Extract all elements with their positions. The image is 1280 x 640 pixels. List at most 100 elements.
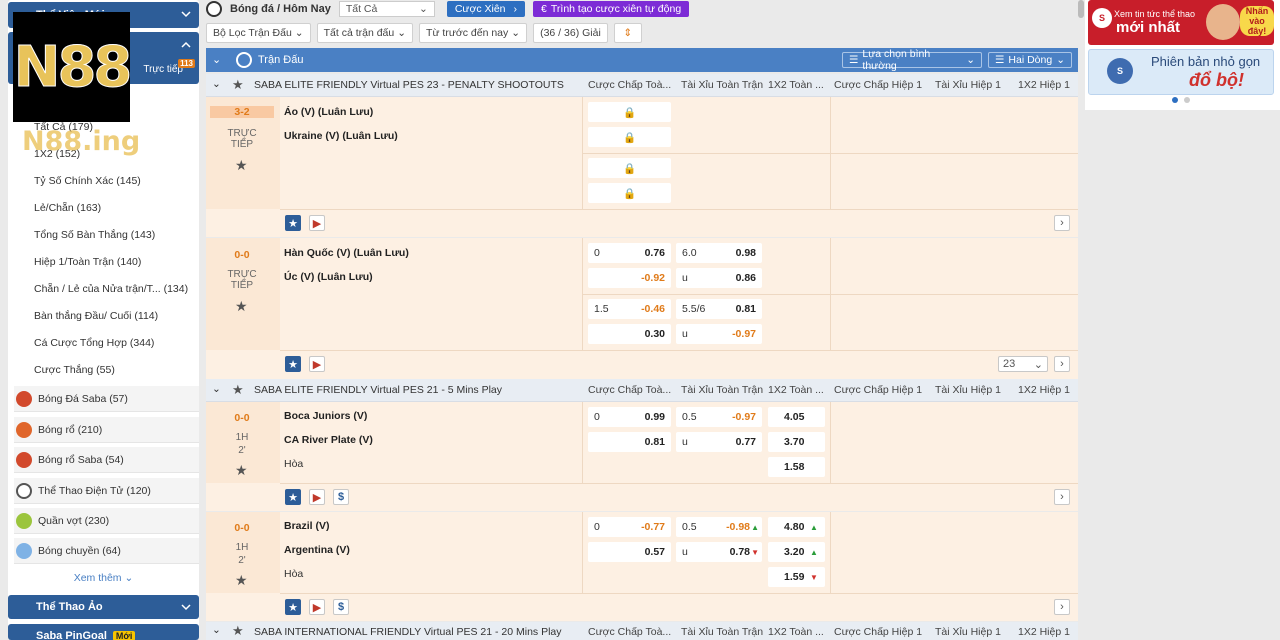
1x2-odds-cell[interactable]: 1.59 ▼ [768, 567, 825, 587]
odds-up-icon: ▲ [751, 522, 759, 532]
col-handicap-h1: Cược Chấp Hiệp 1 [834, 79, 923, 91]
handicap-odds-cell[interactable]: 0 0.76 [588, 243, 671, 263]
sidebar-sport-saba-football[interactable]: Bóng Đá Saba (57) [14, 386, 199, 412]
handicap-odds-cell[interactable]: 0.57 [588, 542, 671, 562]
cash-out-icon[interactable]: $ [333, 489, 349, 505]
star-icon[interactable]: ★ [235, 298, 248, 315]
chevron-down-icon[interactable]: ⌄ [212, 78, 221, 90]
star-icon[interactable]: ★ [232, 382, 244, 398]
star-icon[interactable]: ★ [235, 157, 248, 174]
category-select[interactable]: Tất Cả ⌄ [338, 1, 435, 17]
star-icon[interactable]: ★ [232, 623, 244, 639]
more-markets-select[interactable]: 23 ⌄ [998, 356, 1048, 372]
over-under-odds-cell[interactable]: u 0.78 ▼ [676, 542, 762, 562]
banner-text: Xem tin tức thể thao [1114, 9, 1196, 19]
league-count[interactable]: (36 / 36) Giải [533, 23, 608, 43]
sidebar-item-half-odd-even[interactable]: Chẵn / Lẻ của Nửa trận/T... (134) [34, 283, 188, 295]
over-under-odds-cell[interactable]: u 0.77 [676, 432, 762, 452]
lines-select[interactable]: ☰ Hai Dòng ⌄ [988, 52, 1072, 68]
star-icon[interactable]: ★ [235, 462, 248, 479]
1x2-odds-cell[interactable]: 3.70 [768, 432, 825, 452]
sidebar-item-outright[interactable]: Cược Thắng (55) [34, 364, 115, 376]
over-under-odds-cell[interactable]: 0.5 -0.98 ▲ [676, 517, 762, 537]
carousel-dot-active[interactable] [1172, 97, 1178, 103]
see-more-link[interactable]: Xem thêm ⌄ [8, 572, 199, 584]
league-row[interactable]: ⌄ ★ SABA ELITE FRIENDLY Virtual PES 23 -… [206, 74, 1078, 97]
handicap-odds-cell[interactable]: 0 -0.77 [588, 517, 671, 537]
1x2-odds-cell[interactable]: 3.20 ▲ [768, 542, 825, 562]
odds-type-select[interactable]: ☰ Lựa chọn bình thường ⌄ [842, 48, 982, 72]
play-video-icon[interactable]: ▶ [309, 356, 325, 372]
sidebar-sport-esports[interactable]: Thể Thao Điện Tử (120) [14, 478, 199, 504]
1x2-odds-cell[interactable]: 4.05 [768, 407, 825, 427]
handicap-odds: 0.30 [644, 328, 665, 340]
over-under-odds-cell[interactable]: u -0.97 [676, 324, 762, 344]
sidebar-item-first-last-goal[interactable]: Bàn thắng Đầu/ Cuối (114) [34, 310, 158, 322]
sidebar-item-ht-ft[interactable]: Hiệp 1/Toàn Trận (140) [34, 256, 141, 268]
handicap-odds-cell[interactable]: -0.92 [588, 268, 671, 288]
parlay-label: Cược Xiên [454, 3, 506, 15]
1x2-odds-cell[interactable]: 4.80 ▲ [768, 517, 825, 537]
scrollbar-thumb[interactable] [1078, 0, 1084, 18]
chevron-right-icon[interactable]: › [1054, 215, 1070, 231]
football-icon [206, 1, 222, 17]
favorite-star-icon[interactable]: ★ [285, 599, 301, 615]
time-filter-dropdown[interactable]: Từ trước đến nay ⌄ [419, 23, 528, 43]
over-under-odds-cell[interactable]: 0.5 -0.97 [676, 407, 762, 427]
live-label[interactable]: Trực tiếp [143, 64, 183, 75]
match-score: 0-0 [234, 249, 250, 261]
handicap-odds-cell[interactable]: 0.30 [588, 324, 671, 344]
sidebar-pingoal-header[interactable]: Saba PinGoal Mới [8, 624, 199, 640]
chevron-down-icon[interactable]: ⌄ [212, 383, 221, 395]
star-icon[interactable]: ★ [235, 572, 248, 589]
play-video-icon[interactable]: ▶ [309, 489, 325, 505]
home-team: Boca Juniors (V) [284, 410, 368, 422]
compact-version-banner[interactable]: S Phiên bản nhỏ gọn đổ bộ! [1088, 49, 1274, 95]
match-table-title: Trận Đấu [258, 54, 304, 66]
sidebar-sport-saba-basketball[interactable]: Bóng rổ Saba (54) [14, 447, 199, 473]
sports-news-banner[interactable]: S Xem tin tức thể thao mới nhất Nhấn vào… [1088, 0, 1274, 45]
sidebar-item-combo[interactable]: Cá Cược Tổng Hợp (344) [34, 337, 154, 349]
chevron-down-icon: ⌄ [966, 54, 975, 66]
chevron-right-icon[interactable]: › [1054, 356, 1070, 372]
match-filter-dropdown[interactable]: Bộ Lọc Trận Đấu ⌄ [206, 23, 311, 43]
parlay-button[interactable]: Cược Xiên › [446, 1, 526, 17]
auto-parlay-builder-button[interactable]: € Trình tạo cược xiên tự động [533, 1, 690, 17]
over-under-odds-cell[interactable]: 6.0 0.98 [676, 243, 762, 263]
play-video-icon[interactable]: ▶ [309, 215, 325, 231]
sidebar-sport-tennis[interactable]: Quần vợt (230) [14, 508, 199, 534]
sidebar-item-odd-even[interactable]: Lẻ/Chẵn (163) [34, 202, 101, 214]
handicap-odds-cell[interactable]: 0.81 [588, 432, 671, 452]
1x2-odds-cell[interactable]: 1.58 [768, 457, 825, 477]
over-under-odds-cell[interactable]: u 0.86 [676, 268, 762, 288]
sidebar-item-total-goals[interactable]: Tổng Số Bàn Thắng (143) [34, 229, 155, 241]
sidebar-sport-volleyball[interactable]: Bóng chuyền (64) [14, 538, 199, 564]
filter-bar: Bộ Lọc Trận Đấu ⌄ Tất cả trận đấu ⌄ Từ trư… [206, 22, 1078, 44]
handicap-line: 0 [594, 521, 600, 533]
sidebar-item-correct-score[interactable]: Tỷ Số Chính Xác (145) [34, 175, 141, 187]
handicap-odds-cell[interactable]: 0 0.99 [588, 407, 671, 427]
all-matches-dropdown[interactable]: Tất cả trận đấu ⌄ [316, 23, 414, 43]
chevron-down-icon[interactable]: ⌄ [212, 624, 221, 636]
sort-icon[interactable]: ⇕ [613, 23, 642, 43]
col-over-under: Tài Xỉu Toàn Trận [681, 626, 764, 638]
favorite-star-icon[interactable]: ★ [285, 356, 301, 372]
play-video-icon[interactable]: ▶ [309, 599, 325, 615]
match-card: 0-0 1H 2' ★ Boca Juniors (V) CA River Pl… [206, 402, 1078, 511]
league-row[interactable]: ⌄ ★ SABA INTERNATIONAL FRIENDLY Virtual … [206, 622, 1078, 640]
cash-out-icon[interactable]: $ [333, 599, 349, 615]
col-1x2-h1: 1X2 Hiệp 1 [1018, 384, 1070, 396]
sidebar-sport-basketball[interactable]: Bóng rổ (210) [14, 417, 199, 443]
sidebar-virtual-sports-header[interactable]: Thể Thao Ảo [8, 595, 199, 619]
chevron-right-icon[interactable]: › [1054, 489, 1070, 505]
favorite-star-icon[interactable]: ★ [285, 215, 301, 231]
favorite-star-icon[interactable]: ★ [285, 489, 301, 505]
over-under-odds-cell[interactable]: 5.5/6 0.81 [676, 299, 762, 319]
star-icon[interactable]: ★ [232, 77, 244, 93]
chevron-right-icon[interactable]: › [1054, 599, 1070, 615]
carousel-dot[interactable] [1184, 97, 1190, 103]
league-row[interactable]: ⌄ ★ SABA ELITE FRIENDLY Virtual PES 21 -… [206, 379, 1078, 402]
handicap-odds-cell[interactable]: 1.5 -0.46 [588, 299, 671, 319]
handicap-odds: -0.77 [641, 521, 665, 533]
chevron-down-icon[interactable]: ⌄ [212, 53, 221, 66]
